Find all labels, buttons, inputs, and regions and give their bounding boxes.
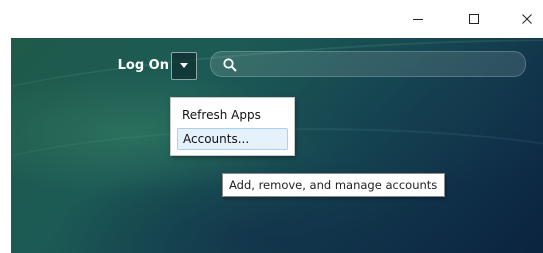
minimize-icon	[413, 19, 423, 20]
minimize-button[interactable]	[403, 6, 433, 32]
close-icon	[522, 14, 532, 24]
search-input[interactable]	[243, 54, 522, 76]
maximize-button[interactable]	[459, 6, 489, 32]
title-bar	[0, 0, 543, 38]
search-box[interactable]	[210, 51, 526, 77]
menu-item-refresh-apps[interactable]: Refresh Apps	[177, 104, 288, 126]
menu-item-accounts[interactable]: Accounts...	[177, 128, 288, 150]
logon-label[interactable]: Log On	[111, 56, 169, 76]
close-button[interactable]	[512, 6, 542, 32]
search-icon	[223, 58, 237, 72]
caret-down-icon	[180, 63, 188, 68]
app-window: Log On Refresh Apps Accounts... Add, rem…	[0, 0, 543, 253]
maximize-icon	[469, 14, 479, 24]
accounts-tooltip: Add, remove, and manage accounts	[222, 173, 445, 197]
logon-menu: Refresh Apps Accounts...	[170, 97, 295, 156]
logon-dropdown-button[interactable]	[171, 52, 197, 80]
